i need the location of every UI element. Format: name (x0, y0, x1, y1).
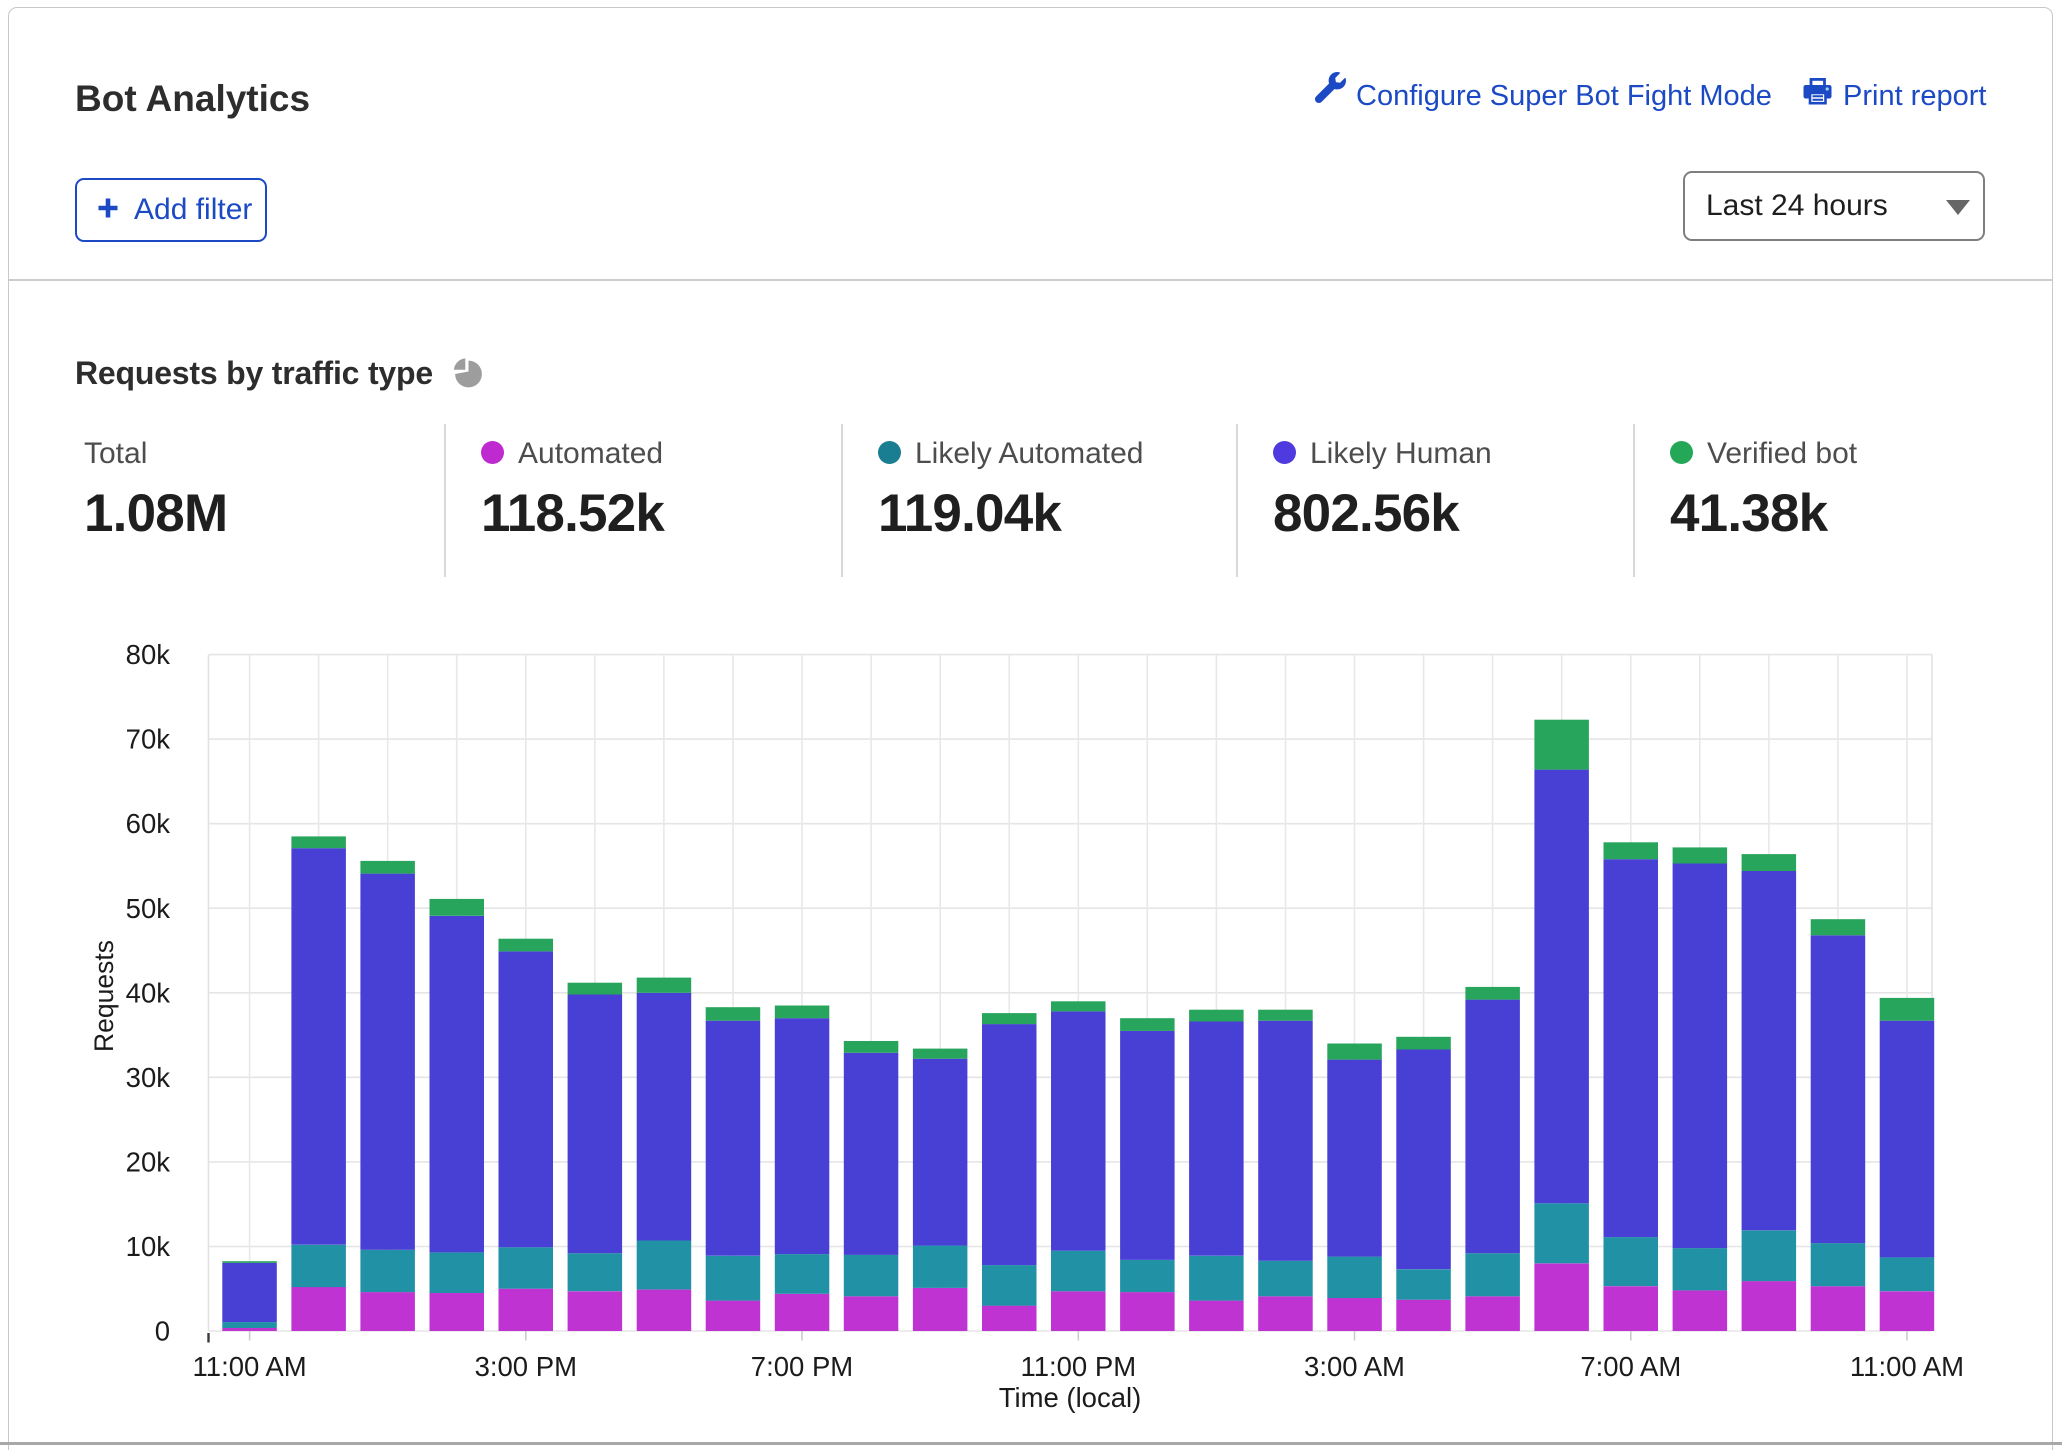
svg-text:0: 0 (155, 1316, 170, 1347)
svg-text:Time (local): Time (local) (999, 1382, 1142, 1413)
svg-text:40k: 40k (126, 977, 171, 1008)
svg-text:7:00 AM: 7:00 AM (1580, 1351, 1681, 1382)
svg-text:11:00 PM: 11:00 PM (1020, 1351, 1136, 1382)
svg-text:3:00 PM: 3:00 PM (475, 1351, 577, 1382)
svg-text:Requests: Requests (89, 940, 119, 1052)
svg-text:80k: 80k (126, 639, 171, 670)
svg-text:10k: 10k (126, 1231, 171, 1262)
svg-text:11:00 AM: 11:00 AM (1850, 1351, 1964, 1382)
svg-text:7:00 PM: 7:00 PM (751, 1351, 853, 1382)
svg-text:11:00 AM: 11:00 AM (193, 1351, 307, 1382)
svg-text:60k: 60k (126, 808, 171, 839)
svg-text:3:00 AM: 3:00 AM (1304, 1351, 1405, 1382)
svg-text:20k: 20k (126, 1146, 171, 1177)
svg-text:30k: 30k (126, 1062, 171, 1093)
svg-text:70k: 70k (126, 724, 171, 755)
svg-text:50k: 50k (126, 893, 171, 924)
